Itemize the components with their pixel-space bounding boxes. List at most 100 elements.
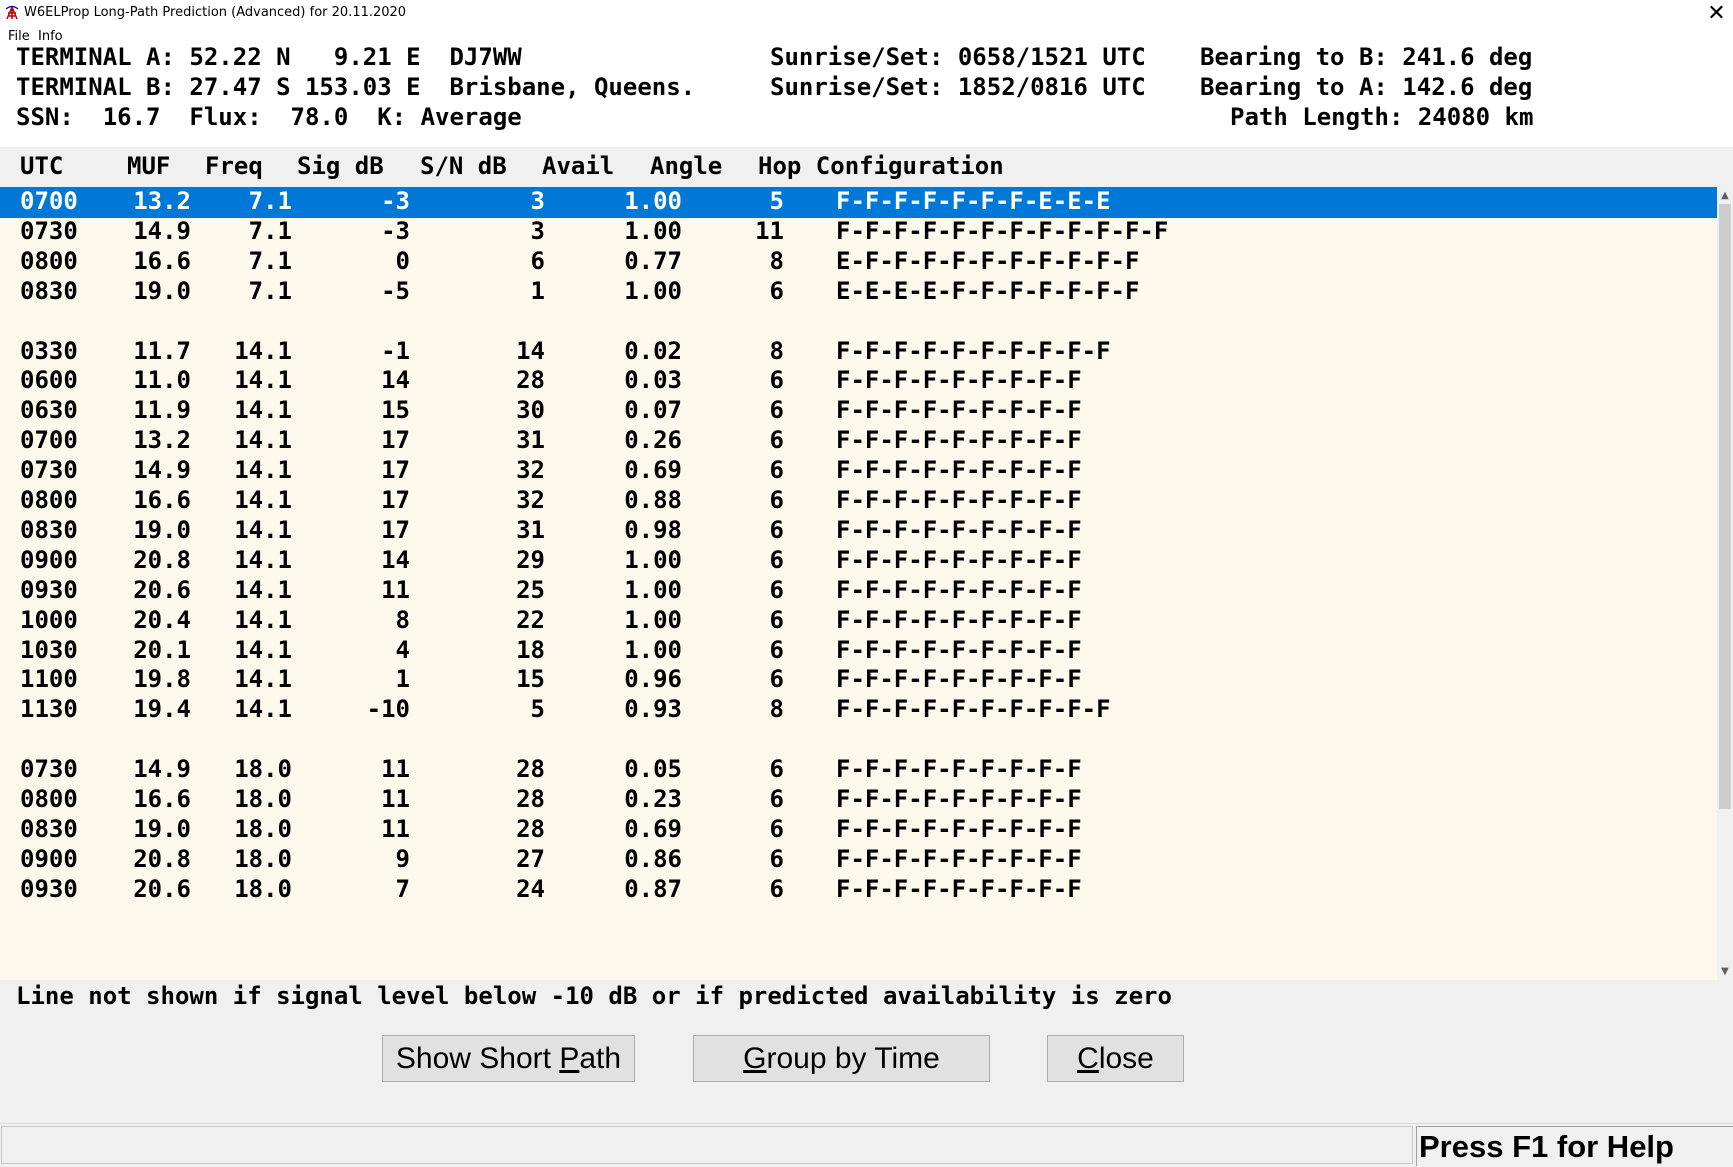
- table-row[interactable]: 1030 20.1 14.1 4 18 1.00 6 F-F-F-F-F-F-F-F-F: [0, 634, 1717, 667]
- cell-utc: 0900: [20, 844, 78, 873]
- table-row[interactable]: 0730 14.9 18.0 11 28 0.05 6 F-F-F-F-F-F-F-F-F: [0, 753, 1717, 786]
- table-row[interactable]: 0700 13.2 14.1 17 31 0.26 6 F-F-F-F-F-F-F-F-F: [0, 424, 1717, 457]
- cell-muf: 14.9: [133, 216, 191, 245]
- cell-angle: 5: [769, 187, 784, 215]
- cell-avail: 0.03: [624, 366, 682, 395]
- table-row[interactable]: 0830 19.0 14.1 17 31 0.98 6 F-F-F-F-F-F-F-F-F: [0, 514, 1717, 547]
- cell-sn-db: 30: [516, 396, 545, 425]
- cell-hop-configuration: F-F-F-F-F-F-F-F-F: [836, 665, 1082, 694]
- cell-angle: 6: [769, 814, 784, 843]
- filter-note: Line not shown if signal level below -10…: [16, 982, 1172, 1010]
- table-row[interactable]: 0600 11.0 14.1 14 28 0.03 6 F-F-F-F-F-F-F-F-F: [0, 364, 1717, 397]
- cell-angle: 6: [769, 844, 784, 873]
- cell-avail: 1.00: [624, 187, 682, 215]
- cell-hop-configuration: F-F-F-F-F-F-F-F-F: [836, 874, 1082, 903]
- cell-hop-configuration: F-F-F-F-F-F-F-F-F: [836, 515, 1082, 544]
- cell-sig-db: 11: [381, 575, 410, 604]
- table-row[interactable]: 0930 20.6 14.1 11 25 1.00 6 F-F-F-F-F-F-F-F-F: [0, 574, 1717, 607]
- cell-avail: 1.00: [624, 575, 682, 604]
- group-by-time-button[interactable]: Group by Time: [693, 1035, 990, 1082]
- cell-avail: 1.00: [624, 545, 682, 574]
- terminal-info-panel: TERMINAL A: 52.22 N 9.21 E DJ7WW Sunrise…: [0, 43, 1733, 147]
- button-accelerator-key: P: [559, 1042, 580, 1075]
- cell-sig-db: 1: [395, 665, 410, 694]
- scrollbar-thumb[interactable]: [1719, 204, 1731, 809]
- cell-freq: 18.0: [234, 874, 292, 903]
- cell-avail: 1.00: [624, 635, 682, 664]
- cell-sn-db: 6: [530, 246, 545, 275]
- prediction-list[interactable]: 0700 13.2 7.1 -3 3 1.00 5 F-F-F-F-F-F-F-E-E-E 07…: [0, 187, 1717, 980]
- cell-angle: 6: [769, 486, 784, 514]
- table-row[interactable]: 0830 19.0 7.1 -5 1 1.00 6 E-E-E-E-F-F-F-F-F-F-F: [0, 275, 1717, 308]
- cell-sig-db: 17: [381, 456, 410, 485]
- cell-freq: 14.1: [234, 575, 292, 604]
- cell-utc: 0930: [20, 575, 78, 604]
- cell-utc: 0830: [20, 515, 78, 544]
- cell-sn-db: 27: [516, 844, 545, 873]
- button-label-part: lose: [1098, 1042, 1154, 1075]
- cell-utc: 1030: [20, 635, 78, 664]
- cell-avail: 0.07: [624, 396, 682, 425]
- cell-avail: 0.69: [624, 456, 682, 485]
- cell-utc: 0730: [20, 456, 78, 485]
- cell-avail: 0.69: [624, 814, 682, 843]
- cell-freq: 14.1: [234, 515, 292, 544]
- table-row[interactable]: 0630 11.9 14.1 15 30 0.07 6 F-F-F-F-F-F-F-F-F: [0, 394, 1717, 427]
- table-row[interactable]: 0800 16.6 14.1 17 32 0.88 6 F-F-F-F-F-F-F-F-F: [0, 484, 1717, 517]
- table-row[interactable]: 0730 14.9 7.1 -3 3 1.00 11 F-F-F-F-F-F-F-F-F-F-…: [0, 215, 1717, 248]
- cell-sig-db: 17: [381, 515, 410, 544]
- cell-hop-configuration: F-F-F-F-F-F-F-F-F: [836, 785, 1082, 813]
- cell-angle: 6: [769, 456, 784, 485]
- cell-muf: 20.1: [133, 635, 191, 664]
- close-button[interactable]: Close: [1047, 1035, 1184, 1082]
- button-label-part: ath: [579, 1042, 622, 1075]
- table-row[interactable]: 0730 14.9 14.1 17 32 0.69 6 F-F-F-F-F-F-F-F-F: [0, 454, 1717, 487]
- cell-avail: 1.00: [624, 276, 682, 305]
- table-row[interactable]: 0800 16.6 7.1 0 6 0.77 8 E-F-F-F-F-F-F-F-F-F-F: [0, 245, 1717, 278]
- table-row[interactable]: 0700 13.2 7.1 -3 3 1.00 5 F-F-F-F-F-F-F-E-E-E: [0, 187, 1717, 218]
- terminal-a-line: TERMINAL A: 52.22 N 9.21 E DJ7WW: [16, 43, 522, 71]
- table-row[interactable]: 0330 11.7 14.1 -1 14 0.02 8 F-F-F-F-F-F-F-F-F-F: [0, 335, 1717, 368]
- table-row[interactable]: 0830 19.0 18.0 11 28 0.69 6 F-F-F-F-F-F-F-F-F: [0, 813, 1717, 846]
- cell-angle: 6: [769, 665, 784, 694]
- window-title: W6ELProp Long-Path Prediction (Advanced)…: [24, 5, 407, 20]
- cell-freq: 14.1: [234, 635, 292, 664]
- table-row[interactable]: 0900 20.8 18.0 9 27 0.86 6 F-F-F-F-F-F-F-F-F: [0, 843, 1717, 876]
- cell-utc: 0730: [20, 755, 78, 784]
- cell-angle: 6: [769, 426, 784, 455]
- table-row[interactable]: 0900 20.8 14.1 14 29 1.00 6 F-F-F-F-F-F-F-F-F: [0, 544, 1717, 577]
- cell-sig-db: 0: [395, 246, 410, 275]
- cell-angle: 6: [769, 396, 784, 425]
- table-row[interactable]: 1130 19.4 14.1 -10 5 0.93 8 F-F-F-F-F-F-F-F-F-F: [0, 693, 1717, 726]
- cell-angle: 6: [769, 635, 784, 664]
- cell-sn-db: 28: [516, 755, 545, 784]
- button-accelerator-key: C: [1077, 1042, 1099, 1075]
- cell-angle: 6: [769, 874, 784, 903]
- cell-freq: 14.1: [234, 695, 292, 724]
- vertical-scrollbar[interactable]: ▲ ▼: [1717, 187, 1733, 980]
- cell-angle: 11: [755, 216, 784, 245]
- scroll-down-icon[interactable]: ▼: [1717, 963, 1733, 980]
- cell-avail: 1.00: [624, 216, 682, 245]
- table-row[interactable]: 1100 19.8 14.1 1 15 0.96 6 F-F-F-F-F-F-F-F-F: [0, 663, 1717, 696]
- cell-freq: 14.1: [234, 605, 292, 634]
- cell-avail: 0.93: [624, 695, 682, 724]
- cell-utc: 0630: [20, 396, 78, 425]
- cell-hop-configuration: E-F-F-F-F-F-F-F-F-F-F: [836, 246, 1140, 275]
- cell-sn-db: 18: [516, 635, 545, 664]
- sunrise-set-a: Sunrise/Set: 0658/1521 UTC: [770, 43, 1146, 71]
- show-short-path-button[interactable]: Show Short Path: [382, 1035, 635, 1082]
- table-row[interactable]: 0800 16.6 18.0 11 28 0.23 6 F-F-F-F-F-F-F-F-F: [0, 783, 1717, 816]
- bearing-to-b: Bearing to B: 241.6 deg: [1200, 43, 1533, 71]
- close-window-button[interactable]: ✕: [1700, 1, 1733, 27]
- cell-freq: 18.0: [234, 844, 292, 873]
- cell-sn-db: 5: [530, 695, 545, 724]
- cell-sig-db: 7: [395, 874, 410, 903]
- cell-angle: 8: [769, 246, 784, 275]
- cell-muf: 13.2: [133, 426, 191, 455]
- scroll-up-icon[interactable]: ▲: [1717, 187, 1733, 204]
- cell-utc: 0700: [20, 187, 78, 215]
- table-row[interactable]: 0930 20.6 18.0 7 24 0.87 6 F-F-F-F-F-F-F-F-F: [0, 873, 1717, 906]
- cell-utc: 0800: [20, 785, 78, 813]
- table-row[interactable]: 1000 20.4 14.1 8 22 1.00 6 F-F-F-F-F-F-F-F-F: [0, 604, 1717, 637]
